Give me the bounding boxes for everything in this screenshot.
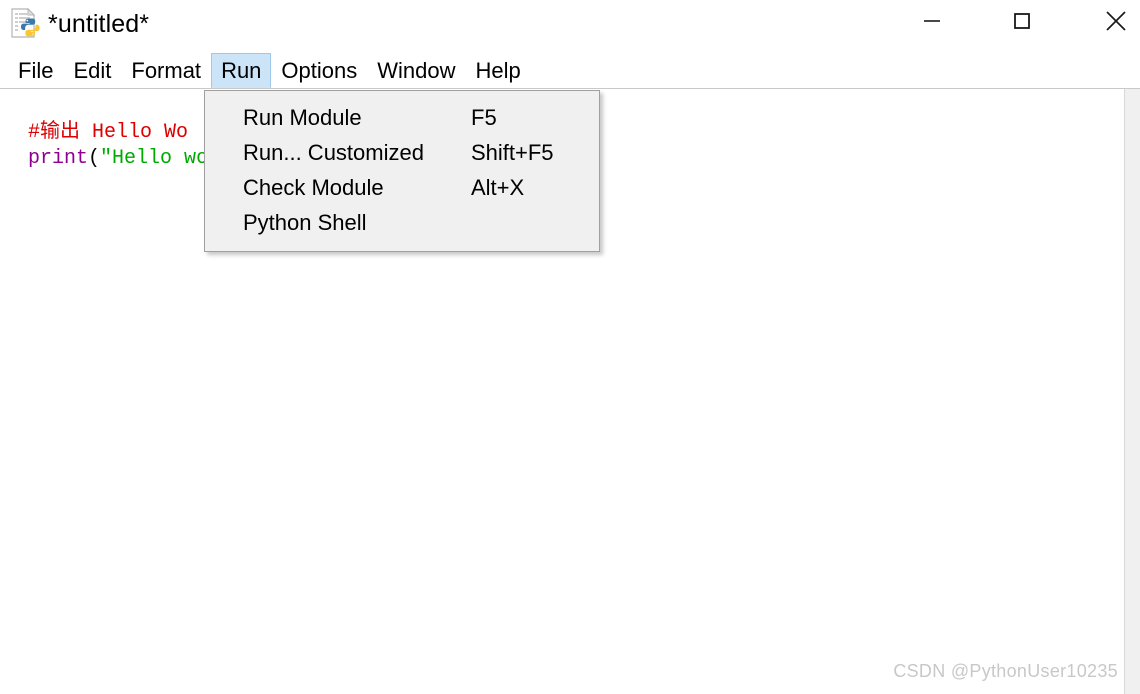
close-icon [1103, 8, 1129, 37]
menubar-item-help[interactable]: Help [466, 53, 531, 88]
menubar-item-label: Options [281, 58, 358, 83]
python-file-icon [8, 6, 42, 40]
menubar-item-window[interactable]: Window [367, 53, 465, 88]
menu-item-shortcut: Shift+F5 [471, 139, 554, 165]
menubar-item-label: Run [221, 57, 262, 83]
menubar-item-options[interactable]: Options [271, 53, 367, 88]
menu-item-shortcut: Alt+X [471, 174, 525, 200]
menu-item-label: Python Shell [243, 209, 367, 235]
menu-item-run-customized[interactable]: Run... Customized Shift+F5 [205, 135, 599, 170]
code-token-string: "Hello wo [100, 147, 209, 170]
menu-item-python-shell[interactable]: Python Shell [205, 205, 599, 240]
menubar-item-label: Window [377, 58, 456, 83]
run-dropdown-menu: Run Module F5 Run... Customized Shift+F5… [204, 90, 600, 252]
menu-item-shortcut: F5 [471, 104, 497, 130]
minimize-icon [921, 10, 943, 35]
menu-item-label: Run Module [243, 104, 362, 130]
code-token-punct: ( [88, 147, 101, 170]
maximize-icon [1011, 10, 1033, 35]
menu-item-label: Run... Customized [243, 139, 424, 165]
code-line: print("Hello wo [4, 120, 208, 172]
menubar-item-run[interactable]: Run [211, 53, 272, 88]
menu-item-check-module[interactable]: Check Module Alt+X [205, 170, 599, 205]
title-bar: *untitled* [0, 0, 1140, 52]
menu-item-label: Check Module [243, 174, 384, 200]
menubar-item-label: File [18, 58, 54, 83]
menu-bar: File Edit Format Run Options Window Help [0, 52, 1140, 89]
menubar-item-label: Format [131, 58, 202, 83]
menubar-item-file[interactable]: File [8, 53, 63, 88]
watermark-text: CSDN @PythonUser10235 [893, 661, 1118, 681]
close-button[interactable] [1084, 0, 1140, 44]
menubar-item-label: Help [475, 58, 521, 83]
menubar-item-format[interactable]: Format [121, 53, 211, 88]
menubar-item-edit[interactable]: Edit [63, 53, 121, 88]
code-token-builtin: print [28, 147, 89, 170]
menu-item-run-module[interactable]: Run Module F5 [205, 100, 599, 135]
menubar-item-label: Edit [73, 58, 112, 83]
window-title: *untitled* [48, 10, 150, 38]
editor-right-strip [1125, 89, 1140, 694]
minimize-button[interactable] [900, 0, 964, 44]
maximize-button[interactable] [990, 0, 1054, 44]
